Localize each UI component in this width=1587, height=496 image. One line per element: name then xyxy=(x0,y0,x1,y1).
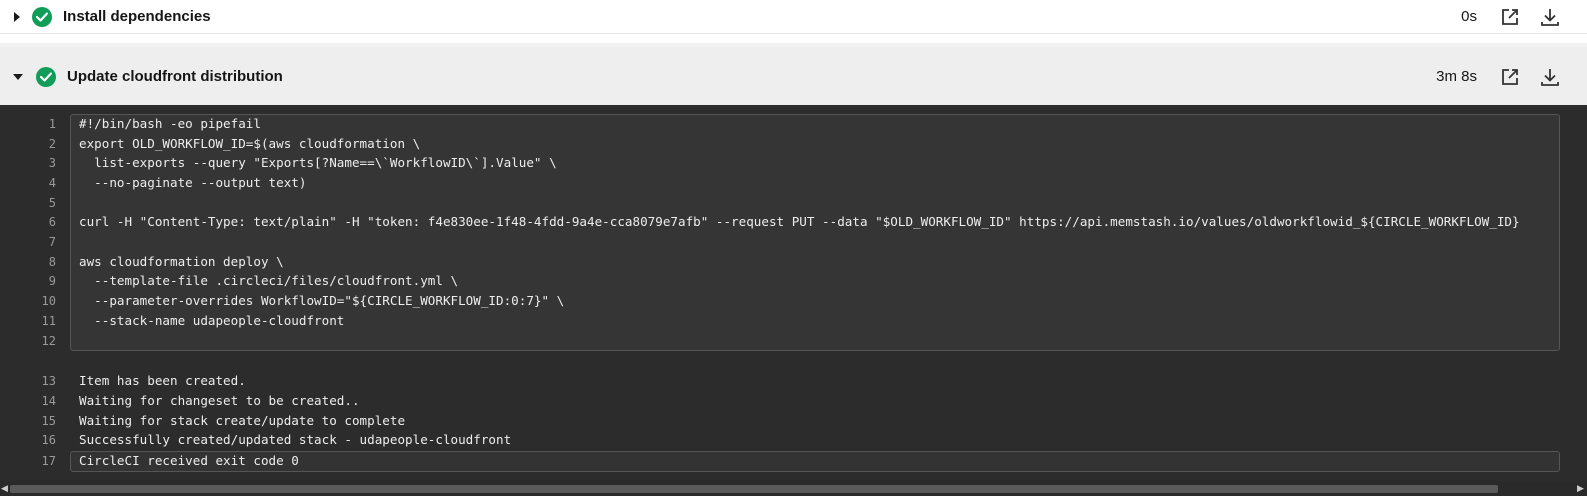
console-line: list-exports --query "Exports[?Name==\`W… xyxy=(79,155,557,170)
line-number: 11 xyxy=(41,314,56,328)
scroll-right-icon[interactable]: ▶ xyxy=(1577,484,1584,494)
scroll-left-icon[interactable]: ◀ xyxy=(1,484,8,494)
console-line: --no-paginate --output text) xyxy=(79,175,307,190)
console-line: #!/bin/bash -eo pipefail xyxy=(79,116,261,131)
line-number: 6 xyxy=(48,215,56,229)
line-number: 15 xyxy=(41,414,56,428)
console-line: Successfully created/updated stack - uda… xyxy=(79,432,512,447)
line-number: 7 xyxy=(48,235,56,249)
line-number: 1 xyxy=(48,117,56,131)
line-number: 14 xyxy=(41,394,56,408)
step-duration: 0s xyxy=(1461,8,1477,25)
console-output[interactable]: 1 #!/bin/bash -eo pipefail 2 export OLD_… xyxy=(0,105,1587,496)
line-number: 17 xyxy=(41,454,56,468)
line-number: 10 xyxy=(41,294,56,308)
step-title: Install dependencies xyxy=(63,8,211,25)
console-line: --parameter-overrides WorkflowID="${CIRC… xyxy=(79,293,565,308)
step-update-cloudfront[interactable]: Update cloudfront distribution 3m 8s xyxy=(0,47,1587,106)
line-number: 13 xyxy=(41,374,56,388)
scrollbar-thumb[interactable] xyxy=(10,485,1498,493)
caret-down-icon[interactable] xyxy=(13,73,23,80)
console-line: curl -H "Content-Type: text/plain" -H "t… xyxy=(79,214,1520,229)
step-duration: 3m 8s xyxy=(1436,68,1477,85)
line-number: 16 xyxy=(41,433,56,447)
download-icon[interactable] xyxy=(1539,6,1561,28)
console-line: Waiting for stack create/update to compl… xyxy=(79,413,406,428)
external-link-icon[interactable] xyxy=(1499,66,1521,88)
line-number: 2 xyxy=(48,137,56,151)
check-circle-icon xyxy=(36,66,56,87)
console-line: Item has been created. xyxy=(79,373,246,388)
console-line: Waiting for changeset to be created.. xyxy=(79,393,360,408)
line-number: 5 xyxy=(48,196,56,210)
console-line: export OLD_WORKFLOW_ID=$(aws cloudformat… xyxy=(79,136,421,151)
console-line: --stack-name udapeople-cloudfront xyxy=(79,313,345,328)
console-line: CircleCI received exit code 0 xyxy=(79,453,299,468)
caret-right-icon[interactable] xyxy=(14,11,20,22)
horizontal-scrollbar[interactable]: ◀ ▶ xyxy=(0,481,1587,496)
console-line: aws cloudformation deploy \ xyxy=(79,254,284,269)
check-circle-icon xyxy=(32,6,52,27)
external-link-icon[interactable] xyxy=(1499,6,1521,28)
step-install-dependencies[interactable]: Install dependencies 0s xyxy=(0,0,1587,34)
console-line: --template-file .circleci/files/cloudfro… xyxy=(79,273,459,288)
download-icon[interactable] xyxy=(1539,66,1561,88)
line-number: 9 xyxy=(48,274,56,288)
line-number: 8 xyxy=(48,255,56,269)
line-number: 12 xyxy=(41,334,56,348)
line-number: 4 xyxy=(48,176,56,190)
step-title: Update cloudfront distribution xyxy=(67,68,283,85)
line-number: 3 xyxy=(48,156,56,170)
